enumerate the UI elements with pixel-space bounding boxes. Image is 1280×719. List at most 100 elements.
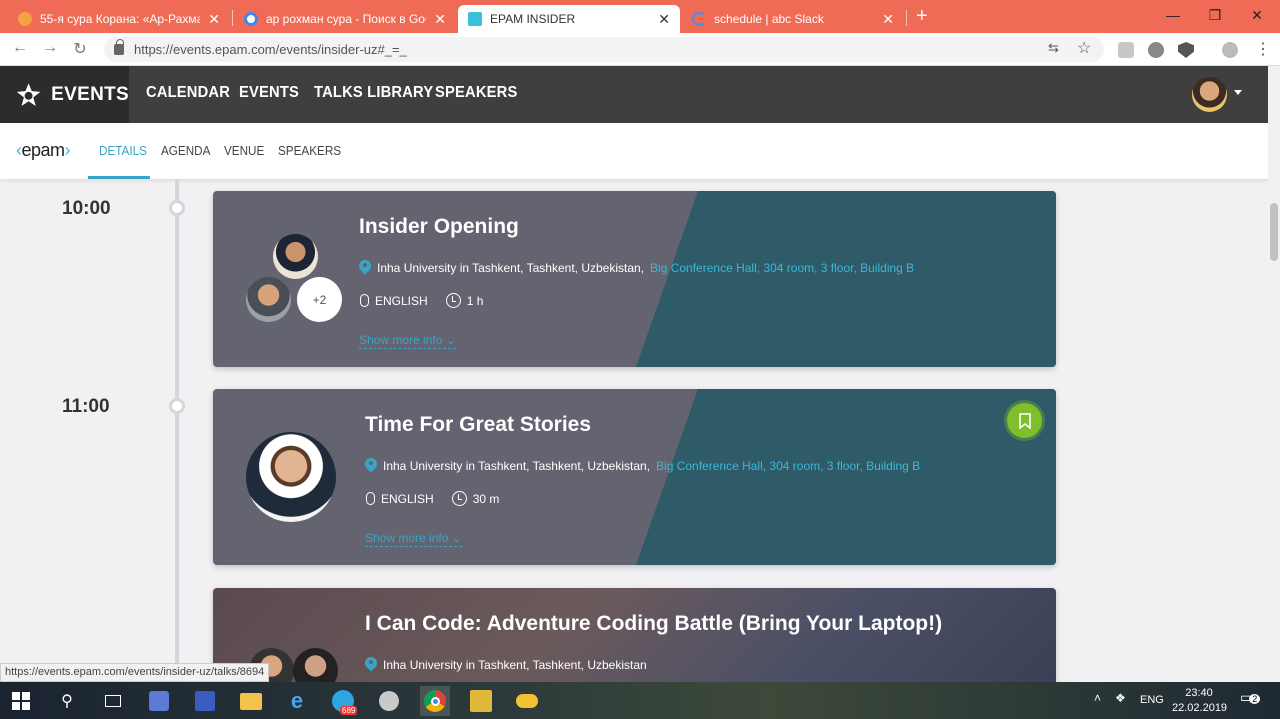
show-more-label: Show more info bbox=[365, 531, 449, 545]
close-tab-icon[interactable]: ✕ bbox=[434, 11, 446, 28]
chevron-up-icon[interactable]: ˄ bbox=[1094, 691, 1101, 706]
show-more-info-link[interactable]: Show more info ⌄ bbox=[359, 333, 456, 349]
session-title[interactable]: Insider Opening bbox=[359, 215, 519, 239]
back-arrow-icon[interactable]: ← bbox=[10, 39, 30, 57]
epam-logo[interactable]: ‹epam› bbox=[16, 140, 70, 161]
timeline-dot bbox=[169, 398, 185, 414]
translate-icon[interactable]: ⇆ bbox=[1048, 40, 1059, 56]
tab-title: 55-я сура Корана: «Ар-Рахман» bbox=[40, 12, 201, 26]
tab-separator bbox=[232, 10, 233, 26]
close-window-button[interactable]: ✕ bbox=[1234, 5, 1280, 25]
notifications-icon[interactable]: ▭2 bbox=[1240, 690, 1261, 707]
speaker-avatar[interactable] bbox=[273, 234, 318, 279]
tab-details[interactable]: DETAILS bbox=[99, 143, 147, 158]
epam-favicon-icon bbox=[468, 12, 482, 26]
show-more-info-link[interactable]: Show more info ⌄ bbox=[365, 531, 462, 547]
system-clock[interactable]: 23:40 22.02.2019 bbox=[1172, 686, 1227, 716]
session-title[interactable]: Time For Great Stories bbox=[365, 413, 591, 437]
notifications-badge: 2 bbox=[1249, 694, 1261, 704]
user-avatar[interactable] bbox=[1192, 77, 1227, 112]
app-icon[interactable] bbox=[466, 686, 496, 716]
bookmark-star-icon[interactable]: ☆ bbox=[1077, 38, 1091, 58]
scrollbar-thumb[interactable] bbox=[1270, 203, 1278, 261]
tab-speakers[interactable]: SPEAKERS bbox=[278, 143, 341, 158]
nav-link-events[interactable]: EVENTS bbox=[239, 84, 299, 102]
browser-tab-epam-insider[interactable]: EPAM INSIDER ✕ bbox=[458, 5, 680, 33]
address-bar[interactable]: https://events.epam.com/events/insider-u… bbox=[104, 37, 1104, 62]
menu-dots-icon[interactable]: ⋮ bbox=[1255, 39, 1271, 59]
page-scrollbar[interactable] bbox=[1268, 66, 1280, 682]
location-pin-icon bbox=[365, 657, 377, 672]
agenda-timeline bbox=[175, 179, 179, 689]
tab-agenda[interactable]: AGENDA bbox=[161, 143, 210, 158]
events-brand[interactable]: EVENTS bbox=[0, 66, 129, 123]
app-icon[interactable] bbox=[144, 686, 174, 716]
new-tab-button[interactable]: + bbox=[916, 6, 928, 26]
bookmark-button[interactable] bbox=[1007, 403, 1042, 438]
microphone-icon bbox=[366, 492, 375, 505]
forward-arrow-icon[interactable]: → bbox=[40, 39, 60, 57]
browser-tab-slack[interactable]: schedule | abc Slack ✕ bbox=[682, 5, 904, 33]
chevron-down-icon: ⌄ bbox=[451, 531, 462, 545]
clock-icon bbox=[445, 293, 461, 308]
chrome-icon[interactable] bbox=[420, 686, 450, 716]
events-star-logo-icon bbox=[16, 82, 41, 106]
windows-taskbar: ⚲ e 689 ˄ ❖ ENG 23:40 22.02.2019 ▭2 bbox=[0, 682, 1280, 719]
tab-venue[interactable]: VENUE bbox=[224, 143, 264, 158]
logo-text: epam bbox=[21, 140, 66, 160]
card-accent-panel bbox=[636, 389, 1056, 565]
speaker-avatar[interactable] bbox=[246, 432, 336, 522]
close-tab-icon[interactable]: ✕ bbox=[882, 11, 894, 28]
session-title[interactable]: I Can Code: Adventure Coding Battle (Bri… bbox=[365, 612, 942, 636]
profile-icon[interactable] bbox=[1222, 42, 1238, 58]
session-duration: 1 h bbox=[466, 293, 484, 308]
event-sub-navigation: ‹epam› DETAILS AGENDA VENUE SPEAKERS bbox=[0, 123, 1268, 179]
lock-icon bbox=[114, 39, 124, 55]
session-location: Inha University in Tashkent, Tashkent, U… bbox=[359, 260, 914, 275]
chevron-down-icon[interactable] bbox=[1234, 90, 1242, 95]
browser-toolbar: ← → ↻ https://events.epam.com/events/ins… bbox=[0, 33, 1280, 66]
speaker-avatar[interactable] bbox=[246, 277, 291, 322]
more-speakers-badge[interactable]: +2 bbox=[297, 277, 342, 322]
extension-icon[interactable] bbox=[1118, 42, 1134, 58]
reload-icon[interactable]: ↻ bbox=[70, 39, 90, 59]
save-app-icon[interactable] bbox=[190, 686, 220, 716]
internet-explorer-icon[interactable]: e bbox=[282, 686, 312, 716]
minimize-window-button[interactable]: — bbox=[1150, 5, 1196, 25]
session-time: 10:00 bbox=[62, 198, 111, 219]
show-more-label: Show more info bbox=[359, 333, 443, 347]
tab-title: schedule | abc Slack bbox=[714, 12, 824, 26]
active-tab-indicator bbox=[88, 176, 150, 179]
close-tab-icon[interactable]: ✕ bbox=[208, 11, 220, 28]
close-tab-icon[interactable]: ✕ bbox=[658, 11, 670, 28]
browser-tab-google[interactable]: ар рохман сура - Поиск в Google ✕ bbox=[234, 5, 456, 33]
bookmark-icon bbox=[1018, 412, 1031, 429]
browser-tab-quran[interactable]: 55-я сура Корана: «Ар-Рахман» ✕ bbox=[8, 5, 230, 33]
session-time: 11:00 bbox=[62, 396, 110, 417]
maximize-window-button[interactable]: ❐ bbox=[1192, 5, 1238, 25]
session-card[interactable]: +2 Insider Opening Inha University in Ta… bbox=[213, 191, 1056, 367]
tab-title: ар рохман сура - Поиск в Google bbox=[266, 12, 426, 26]
room-link[interactable]: Big Conference Hall, 304 room, 3 floor, … bbox=[656, 459, 920, 473]
link-status-url: https://events.epam.com/events/insider-u… bbox=[0, 663, 270, 682]
windows-start-icon[interactable] bbox=[6, 686, 36, 716]
nav-link-talks-library[interactable]: TALKS LIBRARY bbox=[314, 84, 433, 102]
shield-icon[interactable] bbox=[1178, 42, 1194, 58]
room-link[interactable]: Big Conference Hall, 304 room, 3 floor, … bbox=[650, 261, 914, 275]
nav-link-calendar[interactable]: CALENDAR bbox=[146, 84, 230, 102]
nav-link-speakers[interactable]: SPEAKERS bbox=[435, 84, 517, 102]
input-language[interactable]: ENG bbox=[1140, 693, 1164, 708]
task-view-icon[interactable] bbox=[98, 686, 128, 716]
app-icon[interactable] bbox=[374, 686, 404, 716]
file-explorer-icon[interactable] bbox=[236, 686, 266, 716]
extension-icon[interactable] bbox=[1148, 42, 1164, 58]
telegram-icon[interactable]: 689 bbox=[328, 686, 358, 716]
app-icon[interactable] bbox=[512, 686, 542, 716]
microphone-icon bbox=[360, 294, 369, 307]
location-pin-icon bbox=[365, 458, 377, 473]
telegram-unread-badge: 689 bbox=[340, 706, 358, 715]
session-card[interactable]: Time For Great Stories Inha University i… bbox=[213, 389, 1056, 565]
google-favicon-icon bbox=[244, 12, 258, 26]
dropbox-icon[interactable]: ❖ bbox=[1115, 691, 1126, 706]
search-icon[interactable]: ⚲ bbox=[52, 686, 82, 716]
